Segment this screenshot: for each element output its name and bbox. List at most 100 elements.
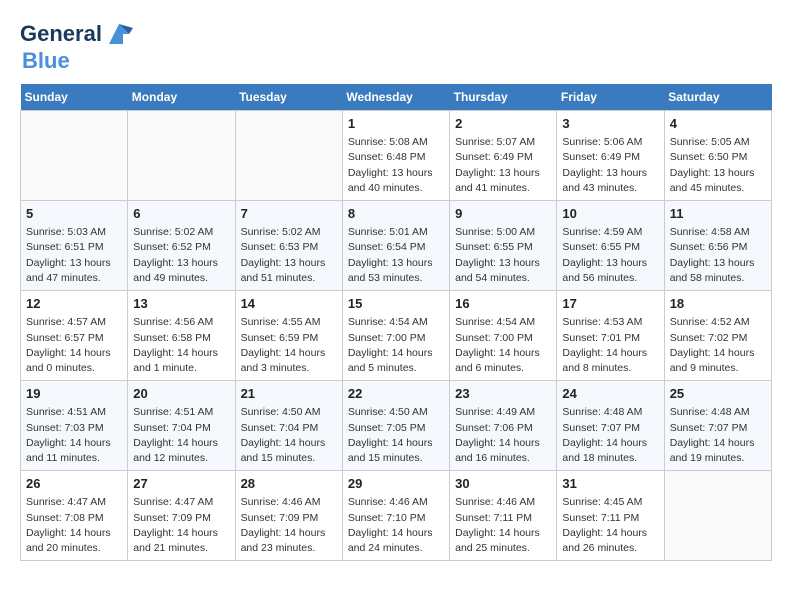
day-cell: 20 Sunrise: 4:51 AM Sunset: 7:04 PM Dayli… [128, 381, 235, 471]
header-cell-tuesday: Tuesday [235, 84, 342, 111]
day-info: Sunrise: 4:45 AM Sunset: 7:11 PM Dayligh… [562, 495, 658, 556]
day-number: 28 [241, 475, 337, 493]
day-info: Sunrise: 5:02 AM Sunset: 6:53 PM Dayligh… [241, 225, 337, 286]
day-info: Sunrise: 5:08 AM Sunset: 6:48 PM Dayligh… [348, 135, 444, 196]
day-number: 13 [133, 295, 229, 313]
day-info: Sunrise: 5:03 AM Sunset: 6:51 PM Dayligh… [26, 225, 122, 286]
day-info: Sunrise: 5:01 AM Sunset: 6:54 PM Dayligh… [348, 225, 444, 286]
day-cell: 9 Sunrise: 5:00 AM Sunset: 6:55 PM Daylig… [450, 201, 557, 291]
day-number: 16 [455, 295, 551, 313]
logo-icon [105, 20, 133, 48]
day-info: Sunrise: 4:59 AM Sunset: 6:55 PM Dayligh… [562, 225, 658, 286]
day-info: Sunrise: 4:55 AM Sunset: 6:59 PM Dayligh… [241, 315, 337, 376]
day-cell: 22Sunrise: 4:50 AM Sunset: 7:05 PM Dayli… [342, 381, 449, 471]
day-cell: 10 Sunrise: 4:59 AM Sunset: 6:55 PM Dayli… [557, 201, 664, 291]
day-cell: 23Sunrise: 4:49 AM Sunset: 7:06 PM Dayli… [450, 381, 557, 471]
day-info: Sunrise: 4:48 AM Sunset: 7:07 PM Dayligh… [562, 405, 658, 466]
day-number: 1 [348, 115, 444, 133]
day-number: 4 [670, 115, 766, 133]
header-cell-monday: Monday [128, 84, 235, 111]
day-cell [664, 471, 771, 561]
day-info: Sunrise: 4:54 AM Sunset: 7:00 PM Dayligh… [455, 315, 551, 376]
day-number: 8 [348, 205, 444, 223]
day-cell: 4 Sunrise: 5:05 AM Sunset: 6:50 PM Daylig… [664, 111, 771, 201]
day-number: 30 [455, 475, 551, 493]
logo-text: General [20, 22, 102, 46]
day-cell: 2 Sunrise: 5:07 AM Sunset: 6:49 PM Daylig… [450, 111, 557, 201]
day-info: Sunrise: 4:53 AM Sunset: 7:01 PM Dayligh… [562, 315, 658, 376]
day-number: 26 [26, 475, 122, 493]
day-number: 3 [562, 115, 658, 133]
day-number: 15 [348, 295, 444, 313]
day-number: 21 [241, 385, 337, 403]
day-cell: 18 Sunrise: 4:52 AM Sunset: 7:02 PM Dayli… [664, 291, 771, 381]
day-number: 18 [670, 295, 766, 313]
day-info: Sunrise: 5:00 AM Sunset: 6:55 PM Dayligh… [455, 225, 551, 286]
day-info: Sunrise: 4:46 AM Sunset: 7:11 PM Dayligh… [455, 495, 551, 556]
day-cell: 30 Sunrise: 4:46 AM Sunset: 7:11 PM Dayli… [450, 471, 557, 561]
day-number: 9 [455, 205, 551, 223]
day-cell: 5 Sunrise: 5:03 AM Sunset: 6:51 PM Daylig… [21, 201, 128, 291]
day-info: Sunrise: 4:58 AM Sunset: 6:56 PM Dayligh… [670, 225, 766, 286]
day-cell: 24 Sunrise: 4:48 AM Sunset: 7:07 PM Dayli… [557, 381, 664, 471]
day-number: 19 [26, 385, 122, 403]
week-row-2: 12Sunrise: 4:57 AM Sunset: 6:57 PM Dayli… [21, 291, 772, 381]
day-info: Sunrise: 4:47 AM Sunset: 7:09 PM Dayligh… [133, 495, 229, 556]
day-info: Sunrise: 4:48 AM Sunset: 7:07 PM Dayligh… [670, 405, 766, 466]
day-number: 10 [562, 205, 658, 223]
day-number: 29 [348, 475, 444, 493]
day-number: 31 [562, 475, 658, 493]
day-cell: 31 Sunrise: 4:45 AM Sunset: 7:11 PM Dayli… [557, 471, 664, 561]
header-cell-friday: Friday [557, 84, 664, 111]
day-number: 20 [133, 385, 229, 403]
day-cell: 15 Sunrise: 4:54 AM Sunset: 7:00 PM Dayli… [342, 291, 449, 381]
day-info: Sunrise: 4:47 AM Sunset: 7:08 PM Dayligh… [26, 495, 122, 556]
day-cell: 3 Sunrise: 5:06 AM Sunset: 6:49 PM Daylig… [557, 111, 664, 201]
day-cell: 7 Sunrise: 5:02 AM Sunset: 6:53 PM Daylig… [235, 201, 342, 291]
day-cell: 17 Sunrise: 4:53 AM Sunset: 7:01 PM Dayli… [557, 291, 664, 381]
day-cell: 13 Sunrise: 4:56 AM Sunset: 6:58 PM Dayli… [128, 291, 235, 381]
day-info: Sunrise: 5:07 AM Sunset: 6:49 PM Dayligh… [455, 135, 551, 196]
header-cell-saturday: Saturday [664, 84, 771, 111]
day-number: 5 [26, 205, 122, 223]
day-number: 7 [241, 205, 337, 223]
day-number: 27 [133, 475, 229, 493]
day-info: Sunrise: 4:54 AM Sunset: 7:00 PM Dayligh… [348, 315, 444, 376]
logo-blue: Blue [22, 48, 70, 74]
week-row-3: 19Sunrise: 4:51 AM Sunset: 7:03 PM Dayli… [21, 381, 772, 471]
week-row-4: 26 Sunrise: 4:47 AM Sunset: 7:08 PM Dayli… [21, 471, 772, 561]
day-cell: 1 Sunrise: 5:08 AM Sunset: 6:48 PM Daylig… [342, 111, 449, 201]
day-cell: 26 Sunrise: 4:47 AM Sunset: 7:08 PM Dayli… [21, 471, 128, 561]
day-info: Sunrise: 5:05 AM Sunset: 6:50 PM Dayligh… [670, 135, 766, 196]
day-number: 24 [562, 385, 658, 403]
day-cell [21, 111, 128, 201]
day-number: 14 [241, 295, 337, 313]
day-cell: 12Sunrise: 4:57 AM Sunset: 6:57 PM Dayli… [21, 291, 128, 381]
calendar-table: SundayMondayTuesdayWednesdayThursdayFrid… [20, 84, 772, 561]
day-number: 22 [348, 385, 444, 403]
day-number: 6 [133, 205, 229, 223]
day-cell [128, 111, 235, 201]
day-info: Sunrise: 5:02 AM Sunset: 6:52 PM Dayligh… [133, 225, 229, 286]
day-info: Sunrise: 4:52 AM Sunset: 7:02 PM Dayligh… [670, 315, 766, 376]
day-info: Sunrise: 4:46 AM Sunset: 7:10 PM Dayligh… [348, 495, 444, 556]
week-row-0: 1 Sunrise: 5:08 AM Sunset: 6:48 PM Daylig… [21, 111, 772, 201]
header-cell-wednesday: Wednesday [342, 84, 449, 111]
day-cell: 21Sunrise: 4:50 AM Sunset: 7:04 PM Dayli… [235, 381, 342, 471]
header-row: SundayMondayTuesdayWednesdayThursdayFrid… [21, 84, 772, 111]
day-info: Sunrise: 4:49 AM Sunset: 7:06 PM Dayligh… [455, 405, 551, 466]
day-cell: 27 Sunrise: 4:47 AM Sunset: 7:09 PM Dayli… [128, 471, 235, 561]
day-number: 17 [562, 295, 658, 313]
day-cell: 19Sunrise: 4:51 AM Sunset: 7:03 PM Dayli… [21, 381, 128, 471]
day-info: Sunrise: 4:56 AM Sunset: 6:58 PM Dayligh… [133, 315, 229, 376]
day-number: 25 [670, 385, 766, 403]
day-number: 12 [26, 295, 122, 313]
day-number: 2 [455, 115, 551, 133]
day-info: Sunrise: 4:51 AM Sunset: 7:04 PM Dayligh… [133, 405, 229, 466]
day-number: 11 [670, 205, 766, 223]
page-header: General Blue [20, 20, 772, 74]
day-cell: 25 Sunrise: 4:48 AM Sunset: 7:07 PM Dayli… [664, 381, 771, 471]
header-cell-thursday: Thursday [450, 84, 557, 111]
day-cell: 6 Sunrise: 5:02 AM Sunset: 6:52 PM Daylig… [128, 201, 235, 291]
day-info: Sunrise: 5:06 AM Sunset: 6:49 PM Dayligh… [562, 135, 658, 196]
